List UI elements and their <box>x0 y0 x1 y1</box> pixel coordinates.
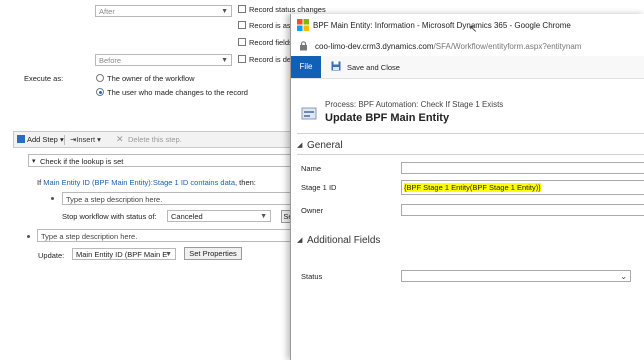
name-field[interactable] <box>401 162 644 174</box>
add-step-button[interactable]: Add Step ▾ <box>27 135 64 144</box>
checkbox-record-status-changes[interactable] <box>238 5 246 13</box>
condition-step-header[interactable]: ▾ Check if the lookup is set <box>28 154 294 167</box>
select-value: Main Entity ID (BPF Main E <box>76 250 168 259</box>
chrome-popup-window: BPF Main Entity: Information - Microsoft… <box>290 14 644 360</box>
insert-button[interactable]: ⇥Insert ▾ <box>70 135 101 144</box>
command-bar: File Save and Close <box>291 56 644 79</box>
update-label: Update: <box>38 251 65 260</box>
section-general: General <box>307 140 343 151</box>
radio-owner-label: The owner of the workflow <box>107 74 195 83</box>
checkbox-label: Record fields <box>249 38 293 47</box>
chevron-down-icon: ▼ <box>165 251 172 258</box>
stage1-label: Stage 1 ID <box>301 183 337 192</box>
checkbox-label: Record status changes <box>249 5 326 14</box>
chevron-down-icon: ▼ <box>221 57 228 64</box>
section-additional-fields: Additional Fields <box>307 235 381 246</box>
status-label: Status <box>301 272 323 281</box>
stage1-field[interactable]: {BPF Stage 1 Entity(BPF Stage 1 Entity)} <box>401 180 644 195</box>
lock-icon <box>300 41 307 51</box>
collapse-additional-icon[interactable]: ◢ <box>297 236 302 244</box>
chevron-down-icon: ▼ <box>260 213 267 220</box>
checkbox-record-deleted[interactable] <box>238 55 246 63</box>
process-entity-icon <box>301 107 317 120</box>
divider <box>297 133 644 134</box>
condition-title: Check if the lookup is set <box>40 157 124 166</box>
owner-label: Owner <box>301 206 324 215</box>
condition-link[interactable]: Main Entity ID (BPF Main Entity):Stage 1… <box>43 178 235 187</box>
bullet <box>51 197 54 200</box>
divider <box>297 154 644 155</box>
select-value: After <box>99 7 115 16</box>
checkbox-label: Record is del <box>249 55 293 64</box>
delete-step-button[interactable]: Delete this step. <box>128 135 182 144</box>
status-select[interactable]: ⌄ <box>401 270 631 282</box>
update-entity-select[interactable]: Main Entity ID (BPF Main E ▼ <box>72 248 176 260</box>
window-title-bar: BPF Main Entity: Information - Microsoft… <box>291 14 644 37</box>
execute-as-label: Execute as: <box>24 74 64 83</box>
add-step-icon <box>17 135 25 143</box>
stage1-value: {BPF Stage 1 Entity(BPF Stage 1 Entity)} <box>404 183 541 192</box>
select-value: Before <box>99 56 122 65</box>
address-bar[interactable]: coo-limo-dev.crm3.dynamics.com/SFA/Workf… <box>291 36 644 57</box>
radio-user-label: The user who made changes to the record <box>107 88 248 97</box>
save-and-close-button[interactable]: Save and Close <box>347 63 400 72</box>
radio-owner[interactable] <box>96 74 104 82</box>
stop-status-select[interactable]: Canceled ▼ <box>167 210 271 222</box>
trigger-timing-select-after[interactable]: After ▼ <box>95 5 232 17</box>
stop-workflow-label: Stop workflow with status of: <box>62 212 157 221</box>
chevron-down-icon: ⌄ <box>620 272 627 281</box>
step2-description-input[interactable]: Type a step description here. <box>37 229 293 242</box>
toolbar-divider <box>64 135 65 145</box>
name-label: Name <box>301 164 322 173</box>
process-label: Process: BPF Automation: Check If Stage … <box>325 100 504 109</box>
url-text: coo-limo-dev.crm3.dynamics.com/SFA/Workf… <box>315 42 582 51</box>
checkbox-record-fields[interactable] <box>238 38 246 46</box>
step2-description-placeholder: Type a step description here. <box>41 232 138 241</box>
bullet <box>27 235 30 238</box>
checkbox-record-assigned[interactable] <box>238 21 246 29</box>
form-title: Update BPF Main Entity <box>325 112 450 124</box>
steps-toolbar: Add Step ▾ ⇥Insert ▾ ✕ Delete this step. <box>13 131 293 148</box>
collapse-general-icon[interactable]: ◢ <box>297 141 302 149</box>
trigger-timing-select-before[interactable]: Before ▼ <box>95 54 232 66</box>
set-properties-button[interactable]: Set Properties <box>184 247 242 260</box>
checkbox-label: Record is ass <box>249 21 295 30</box>
step-description-input[interactable]: Type a step description here. <box>62 192 292 205</box>
microsoft-logo-icon <box>297 19 309 31</box>
file-tab[interactable]: File <box>291 56 321 78</box>
mouse-cursor-icon: ↖ <box>469 24 478 35</box>
radio-user[interactable] <box>96 88 104 96</box>
condition-line: If Main Entity ID (BPF Main Entity):Stag… <box>37 178 256 187</box>
owner-field[interactable] <box>401 204 644 216</box>
delete-icon: ✕ <box>116 134 124 144</box>
save-icon <box>331 61 341 71</box>
collapse-icon[interactable]: ▾ <box>32 157 36 165</box>
select-value: Canceled <box>171 212 203 221</box>
window-title: BPF Main Entity: Information - Microsoft… <box>313 21 571 30</box>
chevron-down-icon: ▼ <box>221 8 228 15</box>
step-description-placeholder: Type a step description here. <box>66 195 163 204</box>
